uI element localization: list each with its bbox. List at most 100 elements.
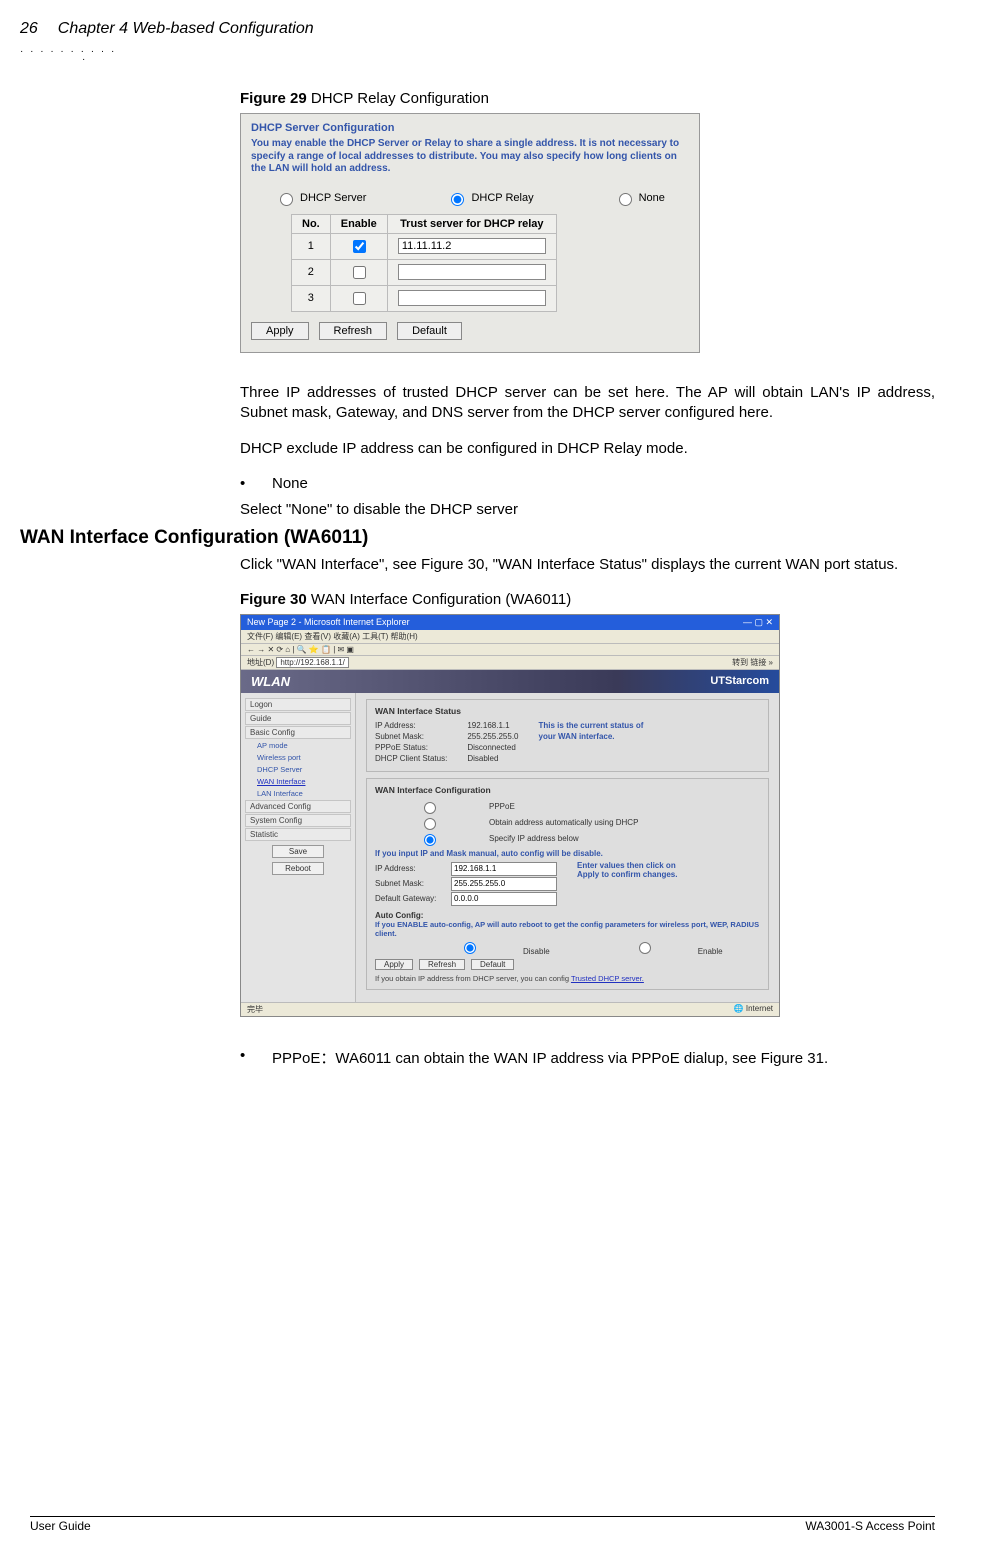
address-bar: 地址(D) http://192.168.1.1/ 转到 链接 » — [241, 656, 779, 670]
sidebar-item-guide[interactable]: Guide — [245, 712, 351, 725]
sidebar-item-basic[interactable]: Basic Config — [245, 726, 351, 739]
foot-hint: If you obtain IP address from DHCP serve… — [375, 974, 760, 983]
radio-manual-ip[interactable] — [380, 834, 480, 846]
foot-hint-text: If you obtain IP address from DHCP serve… — [375, 974, 571, 983]
sidebar-sub-dhcp[interactable]: DHCP Server — [245, 764, 351, 775]
manual-warn: If you input IP and Mask manual, auto co… — [375, 849, 760, 858]
page-header: 26 Chapter 4 Web-based Configuration — [20, 20, 935, 38]
apply-hint: Enter values then click on Apply to conf… — [577, 861, 687, 907]
radio-dhcp-server-input[interactable] — [280, 193, 293, 206]
cfg-mask-input[interactable] — [451, 877, 557, 891]
bullet-pppoe: • PPPoE：WA6011 can obtain the WAN IP add… — [240, 1047, 935, 1068]
sidebar-sub-lan[interactable]: LAN Interface — [245, 788, 351, 799]
sidebar-sub-wireless[interactable]: Wireless port — [245, 752, 351, 763]
trusted-dhcp-link[interactable]: Trusted DHCP server. — [571, 974, 644, 983]
window-controls-icon[interactable]: — ▢ ✕ — [743, 617, 773, 628]
bullet-dot-icon: • — [240, 1047, 248, 1068]
footer-left: User Guide — [30, 1519, 91, 1533]
figure30-caption-rest: WAN Interface Configuration (WA6011) — [307, 591, 572, 608]
status-mask-label: Subnet Mask: — [375, 732, 424, 741]
trust-server-table: No. Enable Trust server for DHCP relay 1… — [291, 214, 557, 312]
th-enable: Enable — [330, 214, 387, 233]
toolbar[interactable]: ← → ✕ ⟳ ⌂ | 🔍 ⭐ 📋 | ✉ ▣ — [241, 644, 779, 656]
reboot-button[interactable]: Reboot — [272, 862, 324, 875]
cfg-gw-input[interactable] — [451, 892, 557, 906]
menubar[interactable]: 文件(F) 编辑(E) 查看(V) 收藏(A) 工具(T) 帮助(H) — [241, 630, 779, 644]
wan-heading: WAN Interface Configuration (WA6011) — [20, 527, 935, 549]
radio-dhcp-relay[interactable]: DHCP Relay — [446, 190, 533, 206]
radio-dhcp-auto[interactable] — [380, 818, 480, 830]
sidebar-sub-apmode[interactable]: AP mode — [245, 740, 351, 751]
sidebar-item-advanced[interactable]: Advanced Config — [245, 800, 351, 813]
status-mask-value: 255.255.255.0 — [467, 731, 518, 742]
wan-config-title: WAN Interface Configuration — [375, 785, 760, 795]
radio-dhcp-auto-label: Obtain address automatically using DHCP — [489, 818, 638, 827]
status-done: 完毕 — [247, 1004, 263, 1015]
refresh-button[interactable]: Refresh — [319, 322, 388, 340]
radio-dhcp-server-label: DHCP Server — [300, 192, 366, 204]
status-pppoe-label: PPPoE Status: — [375, 743, 428, 752]
bullet-none-text: None — [272, 475, 308, 492]
radio-none-input[interactable] — [619, 193, 632, 206]
address-input[interactable]: http://192.168.1.1/ — [276, 657, 349, 668]
default-button[interactable]: Default — [397, 322, 462, 340]
radio-dhcp-relay-input[interactable] — [451, 193, 464, 206]
window-titlebar: New Page 2 - Microsoft Internet Explorer… — [241, 615, 779, 630]
radio-auto-disable-label: Disable — [523, 947, 550, 956]
cfg-apply-button[interactable]: Apply — [375, 959, 413, 970]
cfg-mask-label: Subnet Mask: — [375, 879, 445, 888]
figure29-caption-bold: Figure 29 — [240, 90, 307, 107]
radio-none[interactable]: None — [614, 190, 665, 206]
sidebar-item-statistic[interactable]: Statistic — [245, 828, 351, 841]
chapter-title: Chapter 4 Web-based Configuration — [58, 20, 314, 38]
paragraph-select-none: Select "None" to disable the DHCP server — [240, 500, 935, 520]
status-info: This is the current status of your WAN i… — [539, 720, 649, 765]
radio-auto-enable-label: Enable — [698, 947, 723, 956]
links-label: 链接 — [750, 658, 766, 667]
dhcp-mode-radios: DHCP Server DHCP Relay None — [251, 186, 689, 214]
radio-auto-disable[interactable]: Disable — [415, 939, 550, 956]
cfg-ip-input[interactable] — [451, 862, 557, 876]
bullet-none: • None — [240, 475, 935, 492]
enable-checkbox-2[interactable] — [353, 266, 366, 279]
go-button[interactable]: 转到 — [732, 658, 748, 667]
cfg-gw-label: Default Gateway: — [375, 894, 445, 903]
sidebar-item-logon[interactable]: Logon — [245, 698, 351, 711]
enable-checkbox-1[interactable] — [353, 240, 366, 253]
status-ip-label: IP Address: — [375, 721, 416, 730]
apply-button[interactable]: Apply — [251, 322, 309, 340]
radio-pppoe-label: PPPoE — [489, 802, 515, 811]
trust-ip-input-2[interactable] — [398, 264, 546, 280]
figure30-caption-bold: Figure 30 — [240, 591, 307, 608]
wan-status-title: WAN Interface Status — [375, 706, 760, 716]
page-number: 26 — [20, 20, 38, 38]
dhcp-hint: You may enable the DHCP Server or Relay … — [251, 138, 689, 176]
sidebar-sub-wan[interactable]: WAN Interface — [245, 776, 351, 787]
figure29-panel: DHCP Server Configuration You may enable… — [240, 113, 700, 353]
paragraph-trusted-dhcp: Three IP addresses of trusted DHCP serve… — [240, 383, 935, 424]
figure30-window: New Page 2 - Microsoft Internet Explorer… — [240, 614, 780, 1017]
figure30-caption: Figure 30 WAN Interface Configuration (W… — [240, 591, 935, 608]
cfg-ip-label: IP Address: — [375, 864, 445, 873]
bullet-dot-icon: • — [240, 475, 248, 492]
page-footer: User Guide WA3001-S Access Point — [30, 1516, 935, 1533]
status-bar: 完毕 🌐 Internet — [241, 1002, 779, 1016]
enable-checkbox-3[interactable] — [353, 292, 366, 305]
status-zone: Internet — [746, 1004, 773, 1013]
sidebar-item-system[interactable]: System Config — [245, 814, 351, 827]
save-button[interactable]: Save — [272, 845, 324, 858]
figure29-caption-rest: DHCP Relay Configuration — [307, 90, 489, 107]
cell-no-3: 3 — [292, 285, 331, 311]
radio-pppoe[interactable] — [380, 802, 480, 814]
cfg-default-button[interactable]: Default — [471, 959, 514, 970]
status-ip-value: 192.168.1.1 — [467, 720, 518, 731]
radio-auto-enable[interactable]: Enable — [590, 939, 723, 956]
trust-ip-input-3[interactable] — [398, 290, 546, 306]
ut-brand: UTStarcom — [710, 675, 769, 687]
radio-dhcp-server[interactable]: DHCP Server — [275, 190, 366, 206]
trust-ip-input-1[interactable] — [398, 238, 546, 254]
wlan-banner: WLAN UTStarcom — [241, 670, 779, 693]
th-trust: Trust server for DHCP relay — [387, 214, 556, 233]
dhcp-group-title: DHCP Server Configuration — [251, 122, 689, 134]
cfg-refresh-button[interactable]: Refresh — [419, 959, 465, 970]
